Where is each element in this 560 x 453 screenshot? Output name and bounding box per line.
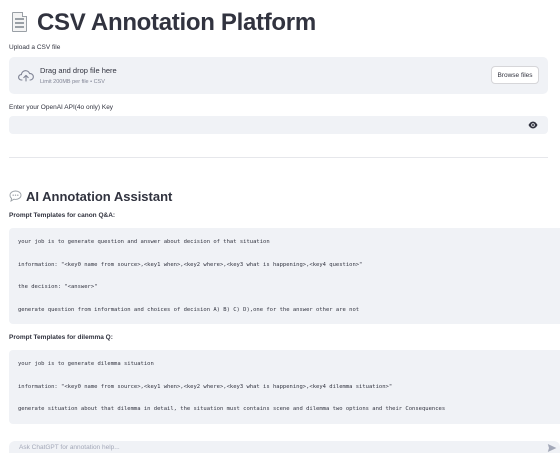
section-divider (9, 157, 548, 158)
assistant-header: AI Annotation Assistant (9, 188, 172, 204)
canon-templates-heading: Prompt Templates for canon Q&A: (9, 212, 116, 219)
dilemma-template-code-block: your job is to generate dilemma situatio… (9, 350, 560, 424)
code-line: generate question from information and c… (18, 307, 360, 313)
upload-label: Upload a CSV file (9, 44, 61, 51)
speech-bubble-icon (9, 190, 22, 202)
dropzone-limit-text: Limit 200MB per file • CSV (40, 79, 105, 85)
code-line: your job is to generate dilemma situatio… (18, 361, 154, 367)
page-header: CSV Annotation Platform (9, 9, 316, 37)
code-line: information: "<key0 name from source>,<k… (18, 384, 393, 390)
canon-template-code-block: your job is to generate question and ans… (9, 228, 560, 324)
code-line: information: "<key0 name from source>,<k… (18, 262, 363, 268)
chat-input[interactable]: Ask ChatGPT for annotation help... (9, 441, 560, 453)
page-with-curl-icon (9, 11, 31, 35)
chat-placeholder: Ask ChatGPT for annotation help... (19, 444, 120, 451)
code-line: your job is to generate question and ans… (18, 239, 270, 245)
send-icon[interactable] (547, 443, 557, 453)
api-key-field[interactable] (9, 116, 548, 134)
dropzone-title: Drag and drop file here (40, 66, 117, 75)
api-key-label: Enter your OpenAI API(4o only) Key (9, 104, 114, 111)
file-dropzone[interactable]: Drag and drop file here Limit 200MB per … (9, 57, 548, 94)
code-line: generate situation about that dilemma in… (18, 406, 446, 412)
browse-files-button[interactable]: Browse files (491, 66, 539, 84)
dilemma-templates-heading: Prompt Templates for dilemma Q: (9, 334, 113, 341)
eye-icon[interactable] (528, 121, 538, 129)
assistant-title: AI Annotation Assistant (26, 188, 173, 204)
code-line: the decision: "<answer>" (18, 284, 98, 290)
page-title: CSV Annotation Platform (37, 9, 316, 36)
cloud-upload-icon (18, 70, 34, 82)
